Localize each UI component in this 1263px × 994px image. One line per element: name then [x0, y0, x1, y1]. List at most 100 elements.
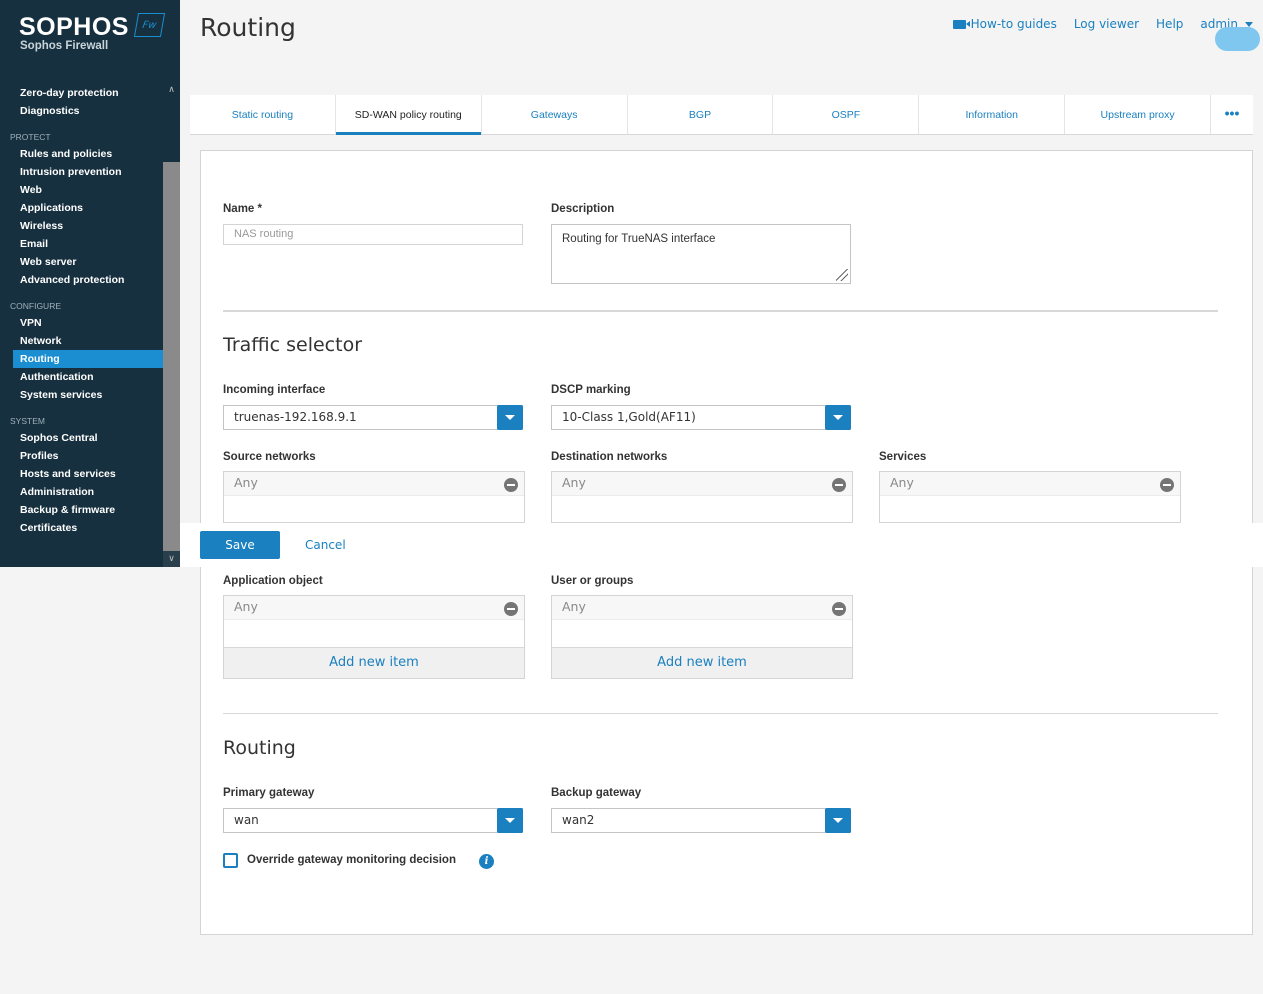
dscp-marking-value: 10-Class 1,Gold(AF11) — [562, 410, 696, 424]
scroll-thumb[interactable] — [163, 162, 180, 552]
add-new-item-button[interactable]: Add new item — [224, 647, 524, 678]
save-button[interactable]: Save — [200, 531, 280, 559]
sidebar-item-authentication[interactable]: Authentication — [0, 368, 163, 386]
remove-icon[interactable] — [504, 602, 518, 616]
sidebar-item-diagnostics[interactable]: Diagnostics — [0, 102, 163, 120]
tab-upstream-proxy[interactable]: Upstream proxy — [1065, 95, 1212, 134]
nav-section-protect: PROTECT — [10, 132, 51, 142]
sidebar-item-sophos-central[interactable]: Sophos Central — [0, 429, 163, 447]
tab-gateways[interactable]: Gateways — [482, 95, 628, 134]
help-link[interactable]: Help — [1156, 17, 1183, 31]
traffic-selector-title: Traffic selector — [223, 334, 363, 356]
application-object-list[interactable]: Any Add new item — [223, 595, 525, 679]
sidebar: SOPHOS Fw Sophos Firewall Zero-day prote… — [0, 0, 180, 567]
destination-networks-value: Any — [562, 475, 586, 490]
scroll-down-icon[interactable]: ∨ — [163, 551, 180, 567]
scroll-up-icon[interactable]: ∧ — [163, 82, 180, 98]
tab-static-routing[interactable]: Static routing — [190, 95, 336, 134]
sidebar-item-applications[interactable]: Applications — [0, 199, 163, 217]
dropdown-arrow-icon[interactable] — [825, 405, 851, 430]
routing-tabs: Static routing SD-WAN policy routing Gat… — [190, 95, 1253, 135]
backup-gateway-value: wan2 — [562, 813, 595, 827]
sidebar-item-email[interactable]: Email — [0, 235, 163, 253]
destination-networks-label: Destination networks — [551, 451, 668, 463]
sidebar-item-web[interactable]: Web — [0, 181, 163, 199]
description-textarea[interactable]: Routing for TrueNAS interface — [551, 224, 851, 284]
sidebar-item-rules-and-policies[interactable]: Rules and policies — [0, 145, 163, 163]
incoming-interface-select[interactable]: truenas-192.168.9.1 — [223, 405, 523, 430]
sophos-logo: SOPHOS Fw — [19, 13, 166, 42]
dscp-marking-select[interactable]: 10-Class 1,Gold(AF11) — [551, 405, 851, 430]
tab-bgp[interactable]: BGP — [628, 95, 774, 134]
backup-gateway-select[interactable]: wan2 — [551, 808, 851, 833]
sidebar-item-wireless[interactable]: Wireless — [0, 217, 163, 235]
page-title: Routing — [200, 13, 296, 42]
nav-section-system: SYSTEM — [10, 416, 45, 426]
howto-guides-label: How-to guides — [970, 17, 1057, 31]
section-divider — [223, 310, 1218, 312]
list-item: Any — [552, 596, 852, 620]
sidebar-item-backup-firmware[interactable]: Backup & firmware — [0, 501, 163, 519]
add-new-item-button[interactable]: Add new item — [552, 647, 852, 678]
log-viewer-link[interactable]: Log viewer — [1074, 17, 1139, 31]
sidebar-item-network[interactable]: Network — [0, 332, 163, 350]
user-or-groups-list[interactable]: Any Add new item — [551, 595, 853, 679]
description-label: Description — [551, 203, 615, 215]
sidebar-item-profiles[interactable]: Profiles — [0, 447, 163, 465]
sidebar-item-routing[interactable]: Routing — [13, 350, 163, 368]
application-object-value: Any — [234, 599, 258, 614]
info-icon[interactable]: i — [479, 854, 494, 869]
source-networks-list[interactable]: Any — [223, 471, 525, 523]
incoming-interface-value: truenas-192.168.9.1 — [234, 410, 357, 424]
sidebar-item-system-services[interactable]: System services — [0, 386, 163, 404]
list-item: Any — [880, 472, 1180, 496]
dropdown-arrow-icon[interactable] — [825, 808, 851, 833]
tab-sd-wan-policy-routing[interactable]: SD-WAN policy routing — [335, 95, 482, 135]
services-value: Any — [890, 475, 914, 490]
more-tabs-icon[interactable]: ••• — [1211, 95, 1253, 134]
dropdown-arrow-icon[interactable] — [497, 405, 523, 430]
action-bar: Save Cancel — [180, 523, 1263, 567]
application-object-label: Application object — [223, 575, 323, 587]
description-value: Routing for TrueNAS interface — [562, 233, 716, 245]
nav-section-configure: CONFIGURE — [10, 301, 61, 311]
top-links: How-to guides Log viewer Help admin — [952, 17, 1253, 31]
routing-section-title: Routing — [223, 737, 296, 759]
incoming-interface-label: Incoming interface — [223, 384, 326, 396]
remove-icon[interactable] — [832, 478, 846, 492]
override-gateway-checkbox[interactable] — [223, 853, 238, 868]
sidebar-scrollbar[interactable]: ∧ ∨ — [163, 82, 180, 567]
user-or-groups-value: Any — [562, 599, 586, 614]
howto-guides-link[interactable]: How-to guides — [952, 17, 1057, 31]
sidebar-item-web-server[interactable]: Web server — [0, 253, 163, 271]
sidebar-item-certificates[interactable]: Certificates — [0, 519, 163, 537]
sidebar-item-vpn[interactable]: VPN — [0, 314, 163, 332]
services-label: Services — [879, 451, 927, 463]
dropdown-arrow-icon[interactable] — [497, 808, 523, 833]
list-item: Any — [224, 596, 524, 620]
override-gateway-label: Override gateway monitoring decision — [247, 854, 456, 866]
sidebar-item-zero-day-protection[interactable]: Zero-day protection — [0, 84, 163, 102]
services-list[interactable]: Any — [879, 471, 1181, 523]
sidebar-item-hosts-and-services[interactable]: Hosts and services — [0, 465, 163, 483]
sidebar-item-administration[interactable]: Administration — [0, 483, 163, 501]
resize-handle-icon[interactable] — [836, 269, 848, 281]
caret-down-icon — [1245, 21, 1253, 27]
source-networks-label: Source networks — [223, 451, 316, 463]
remove-icon[interactable] — [832, 602, 846, 616]
destination-networks-list[interactable]: Any — [551, 471, 853, 523]
cancel-button[interactable]: Cancel — [305, 538, 346, 552]
backup-gateway-label: Backup gateway — [551, 787, 642, 799]
primary-gateway-select[interactable]: wan — [223, 808, 523, 833]
tab-ospf[interactable]: OSPF — [773, 95, 920, 134]
sidebar-item-advanced-protection[interactable]: Advanced protection — [0, 271, 163, 289]
remove-icon[interactable] — [504, 478, 518, 492]
remove-icon[interactable] — [1160, 478, 1174, 492]
sidebar-item-intrusion-prevention[interactable]: Intrusion prevention — [0, 163, 163, 181]
name-input[interactable]: NAS routing — [223, 224, 523, 245]
product-name: Sophos Firewall — [20, 40, 109, 52]
section-divider — [223, 713, 1218, 714]
tab-information[interactable]: Information — [919, 95, 1066, 134]
firewall-badge-icon: Fw — [133, 13, 166, 37]
redaction-blob — [1215, 27, 1260, 51]
